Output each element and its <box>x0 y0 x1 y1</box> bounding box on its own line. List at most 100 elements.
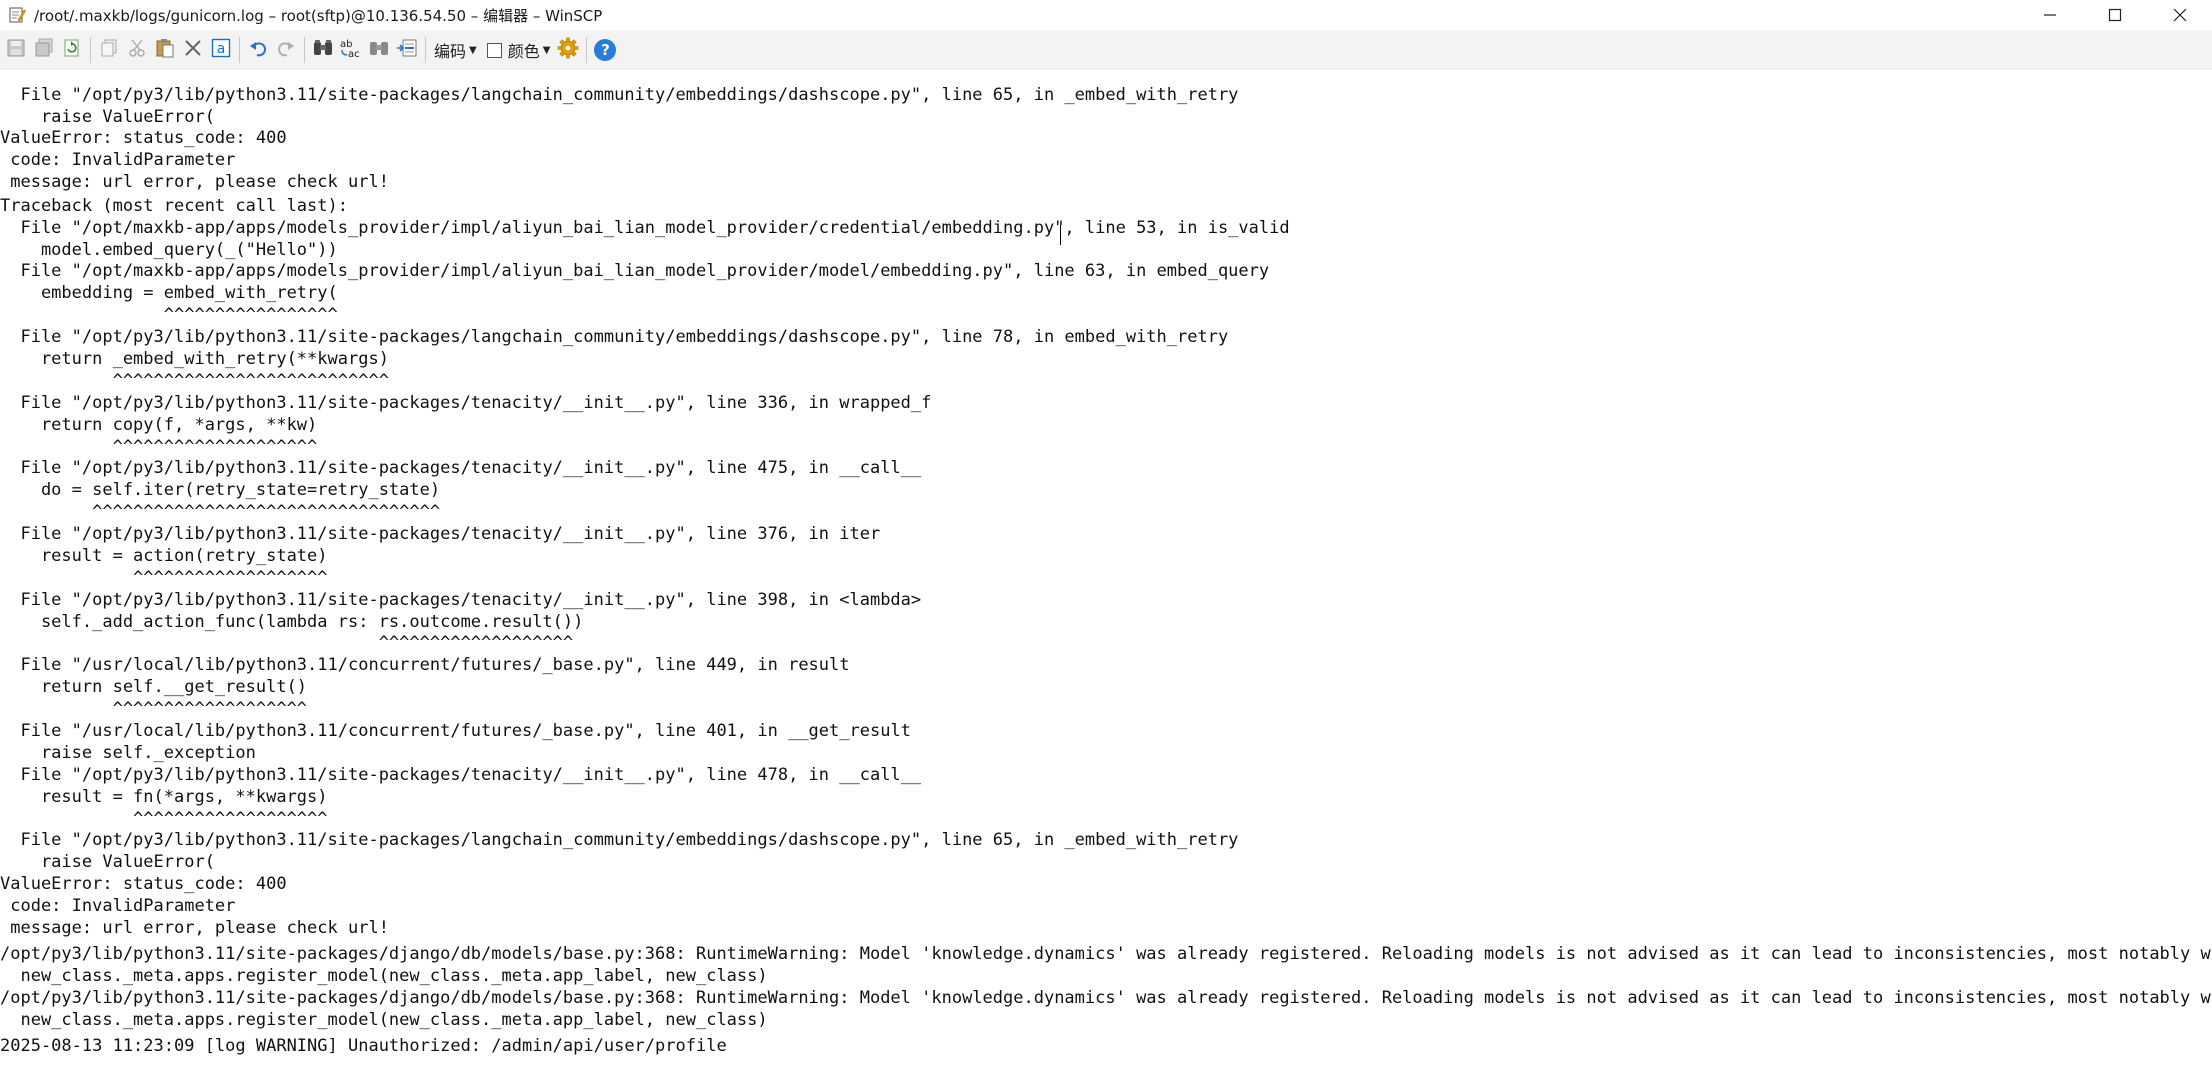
editor-line[interactable]: ^^^^^^^^^^^^^^^^^^^^ <box>0 436 318 458</box>
editor-line[interactable]: ^^^^^^^^^^^^^^^^^^^ <box>0 567 327 589</box>
replace-button[interactable]: ab ac <box>337 35 365 65</box>
select-all-button[interactable]: a <box>207 35 235 65</box>
editor-line[interactable]: embedding = embed_with_retry( <box>0 282 338 304</box>
editor-line[interactable]: new_class._meta.apps.register_model(new_… <box>0 965 767 987</box>
save-button[interactable] <box>2 35 30 65</box>
toolbar-separator <box>304 37 305 63</box>
copy-icon <box>99 38 119 62</box>
editor-line[interactable]: /opt/py3/lib/python3.11/site-packages/dj… <box>0 943 2212 965</box>
chevron-down-icon: ▼ <box>469 44 477 56</box>
editor-line[interactable]: code: InvalidParameter <box>0 895 235 917</box>
editor-line[interactable]: ^^^^^^^^^^^^^^^^^^^ <box>0 632 573 654</box>
color-dropdown[interactable]: 颜色 ▼ <box>508 35 555 65</box>
help-button[interactable]: ? <box>591 35 619 65</box>
cut-button[interactable] <box>123 35 151 65</box>
editor-line[interactable]: ^^^^^^^^^^^^^^^^^^^ <box>0 808 327 830</box>
editor-line[interactable]: File "/opt/py3/lib/python3.11/site-packa… <box>0 457 921 479</box>
editor-line[interactable]: File "/usr/local/lib/python3.11/concurre… <box>0 654 849 676</box>
reload-button[interactable] <box>58 35 86 65</box>
svg-text:ac: ac <box>348 49 360 59</box>
title-bar: /root/.maxkb/logs/gunicorn.log – root(sf… <box>0 0 2212 30</box>
editor-toolbar: a ab ac 编码 ▼ 颜色 ▼ ? <box>0 30 2212 70</box>
save-all-icon <box>34 38 54 62</box>
editor-line[interactable]: File "/opt/py3/lib/python3.11/site-packa… <box>0 84 1238 106</box>
binoculars-icon <box>312 38 334 62</box>
editor-line[interactable]: message: url error, please check url! <box>0 917 389 939</box>
editor-line[interactable]: File "/opt/py3/lib/python3.11/site-packa… <box>0 764 921 786</box>
encoding-label: 编码 <box>434 42 467 61</box>
replace-icon: ab ac <box>339 37 363 63</box>
editor-line[interactable]: raise ValueError( <box>0 851 215 873</box>
editor-line[interactable]: ^^^^^^^^^^^^^^^^^^^ <box>0 698 307 720</box>
toolbar-separator <box>90 37 91 63</box>
scissors-icon <box>127 38 147 62</box>
preferences-button[interactable] <box>554 35 582 65</box>
clipboard-icon <box>155 38 175 62</box>
window-controls <box>2017 0 2212 30</box>
editor-line[interactable]: return self.__get_result() <box>0 676 307 698</box>
editor-line[interactable]: ValueError: status_code: 400 <box>0 127 287 149</box>
close-button[interactable] <box>2147 0 2212 30</box>
goto-line-icon <box>396 38 418 62</box>
editor-line[interactable]: message: url error, please check url! <box>0 171 389 193</box>
editor-line[interactable]: /opt/py3/lib/python3.11/site-packages/dj… <box>0 987 2212 1009</box>
editor-line[interactable]: File "/opt/maxkb-app/apps/models_provide… <box>0 217 1289 239</box>
editor-line[interactable]: result = action(retry_state) <box>0 545 328 567</box>
color-checkbox[interactable] <box>486 42 502 58</box>
paste-button[interactable] <box>151 35 179 65</box>
color-label: 颜色 <box>507 42 540 61</box>
editor-line[interactable]: return copy(f, *args, **kw) <box>0 414 317 436</box>
find-next-button[interactable] <box>365 35 393 65</box>
undo-icon <box>248 38 268 62</box>
gear-icon <box>557 37 579 63</box>
editor-line[interactable]: ^^^^^^^^^^^^^^^^^ <box>0 304 338 326</box>
editor-line[interactable]: 2025-08-13 11:23:09 [log WARNING] Unauth… <box>0 1035 727 1057</box>
editor-line[interactable]: File "/usr/local/lib/python3.11/concurre… <box>0 720 910 742</box>
editor-line[interactable]: self._add_action_func(lambda rs: rs.outc… <box>0 611 583 633</box>
editor-line[interactable]: File "/opt/py3/lib/python3.11/site-packa… <box>0 589 921 611</box>
editor-line[interactable]: ^^^^^^^^^^^^^^^^^^^^^^^^^^^^^^^^^^ <box>0 501 440 523</box>
delete-button[interactable] <box>179 35 207 65</box>
editor-line[interactable]: File "/opt/py3/lib/python3.11/site-packa… <box>0 326 1228 348</box>
editor-app-icon <box>8 6 26 24</box>
save-all-button[interactable] <box>30 35 58 65</box>
editor-line[interactable]: File "/opt/py3/lib/python3.11/site-packa… <box>0 523 880 545</box>
editor-line[interactable]: result = fn(*args, **kwargs) <box>0 786 328 808</box>
delete-x-icon <box>183 38 203 62</box>
svg-text:a: a <box>217 41 226 57</box>
editor-line[interactable]: raise self._exception <box>0 742 256 764</box>
window-title: /root/.maxkb/logs/gunicorn.log – root(sf… <box>34 6 603 25</box>
editor-line[interactable]: ValueError: status_code: 400 <box>0 873 287 895</box>
copy-button[interactable] <box>95 35 123 65</box>
editor-line[interactable]: File "/opt/py3/lib/python3.11/site-packa… <box>0 829 1238 851</box>
editor-line[interactable]: File "/opt/py3/lib/python3.11/site-packa… <box>0 392 931 414</box>
editor-line[interactable]: ^^^^^^^^^^^^^^^^^^^^^^^^^^^ <box>0 370 389 392</box>
redo-button[interactable] <box>272 35 300 65</box>
goto-line-button[interactable] <box>393 35 421 65</box>
editor-line[interactable]: File "/opt/maxkb-app/apps/models_provide… <box>0 260 1269 282</box>
editor-line[interactable]: Traceback (most recent call last): <box>0 195 348 217</box>
editor-line[interactable]: do = self.iter(retry_state=retry_state) <box>0 479 440 501</box>
editor-line[interactable]: new_class._meta.apps.register_model(new_… <box>0 1009 767 1031</box>
reload-icon <box>62 38 82 62</box>
chevron-down-icon: ▼ <box>542 44 551 56</box>
editor-line[interactable]: return _embed_with_retry(**kwargs) <box>0 348 389 370</box>
minimize-button[interactable] <box>2017 0 2082 30</box>
editor-line[interactable]: raise ValueError( <box>0 106 215 128</box>
help-glyph: ? <box>601 41 610 59</box>
binoculars-next-icon <box>368 38 390 62</box>
find-button[interactable] <box>309 35 337 65</box>
redo-icon <box>276 38 296 62</box>
toolbar-separator <box>239 37 240 63</box>
toolbar-separator <box>425 37 426 63</box>
help-icon: ? <box>594 39 617 61</box>
editor-line[interactable]: model.embed_query(_("Hello")) <box>0 239 338 261</box>
select-all-icon: a <box>211 38 231 62</box>
text-editor-area[interactable]: File "/opt/py3/lib/python3.11/site-packa… <box>0 70 2212 1091</box>
save-icon <box>6 38 26 62</box>
encoding-dropdown[interactable]: 编码 ▼ <box>430 35 481 65</box>
toolbar-separator <box>586 37 588 63</box>
editor-line[interactable]: code: InvalidParameter <box>0 149 235 171</box>
maximize-button[interactable] <box>2082 0 2147 30</box>
undo-button[interactable] <box>244 35 272 65</box>
